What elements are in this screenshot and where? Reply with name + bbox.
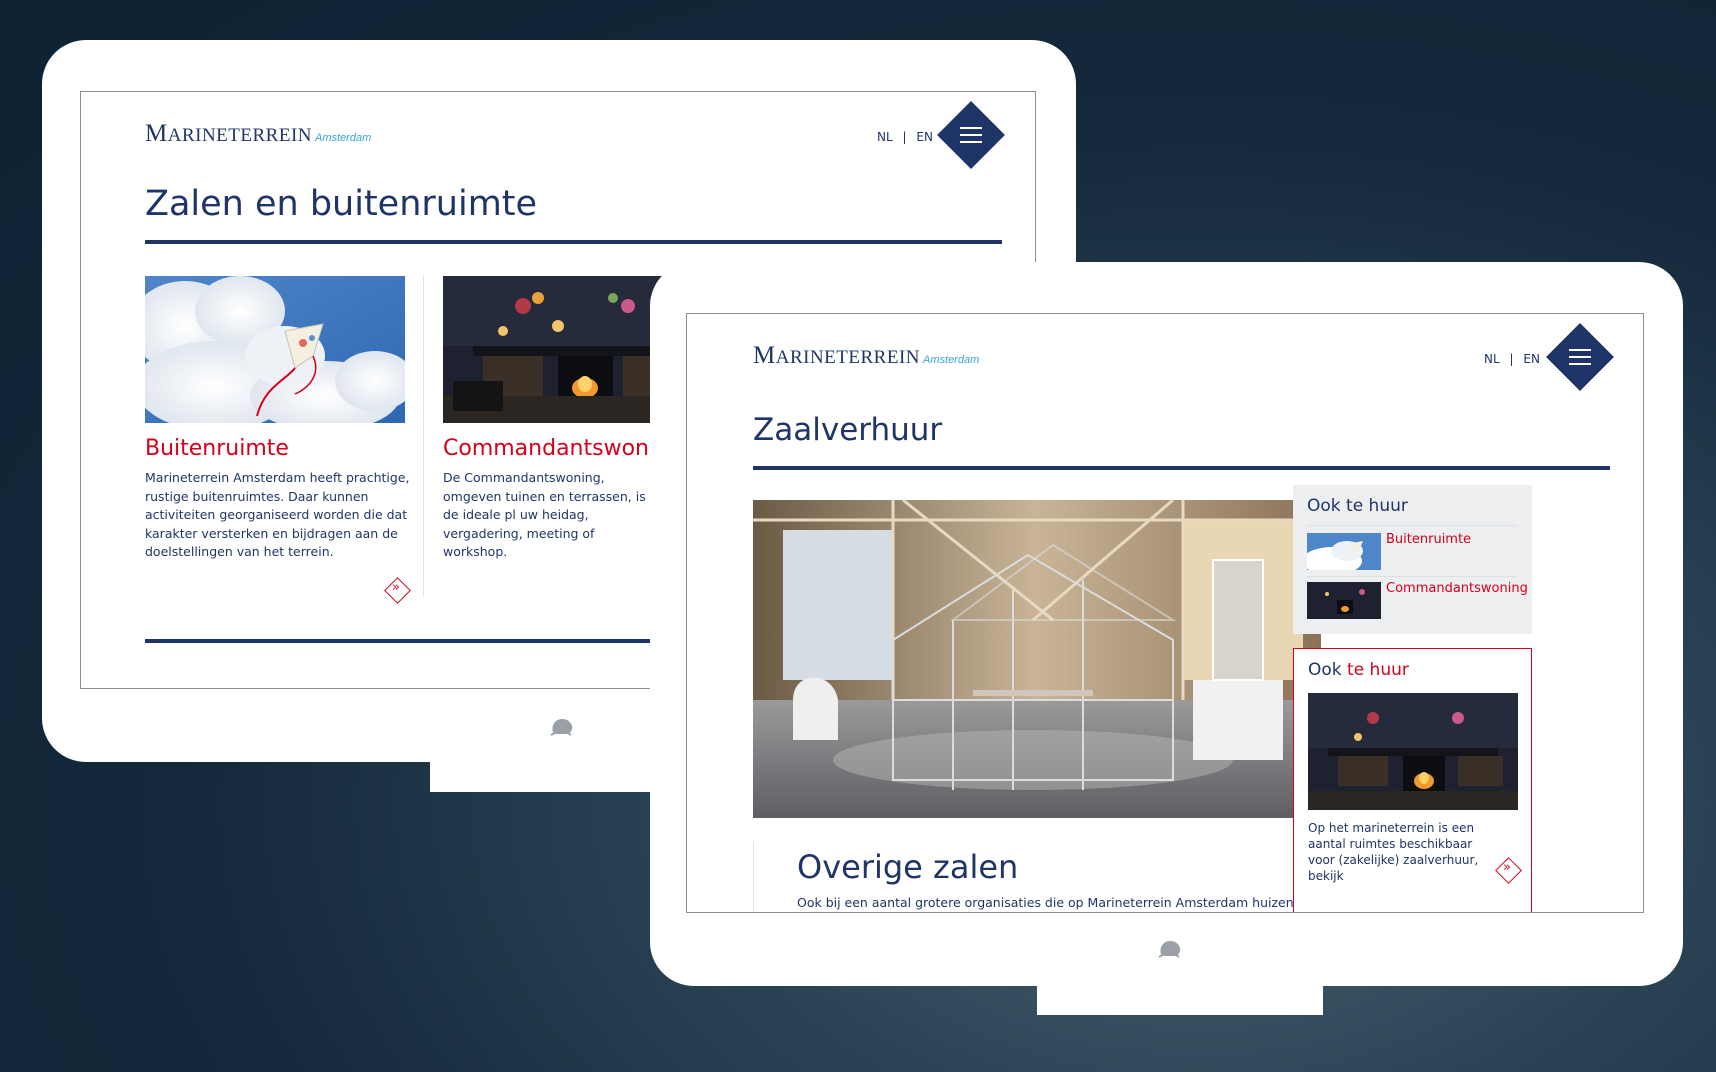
page-title: Zalen en buitenruimte [145, 184, 538, 224]
kite-thumb [1307, 533, 1381, 570]
ook-card-text: Op het marineterrein is een aantal ruimt… [1308, 821, 1479, 883]
logo-city: Amsterdam [923, 354, 980, 366]
title-rule [753, 466, 1610, 470]
front-monitor-stand [1037, 983, 1323, 1015]
lang-en-link[interactable]: EN [1523, 352, 1540, 366]
page-title: Zaalverhuur [753, 412, 943, 448]
logo-wordmark: ARINETERREIN [167, 125, 312, 146]
sidebar-item-buitenruimte[interactable]: Buitenruimte [1386, 532, 1471, 547]
language-switch: NL | EN [877, 130, 933, 144]
ook-te-huur-card[interactable]: Ook te huur Op het marineterrein is een … [1293, 648, 1532, 912]
ook-card-title: Ook te huur [1308, 660, 1409, 680]
card-title-commandantswoning[interactable]: Commandantswoni [443, 436, 655, 461]
double-chevron-right-icon[interactable]: » [1503, 860, 1511, 875]
ook-card-image[interactable] [1308, 693, 1518, 810]
lang-separator: | [902, 130, 907, 144]
logo-initial: M [145, 120, 168, 147]
logo-wordmark: ARINETERREIN [775, 347, 920, 368]
front-screen: MARINETERREIN Amsterdam NL | EN Zaalverhu… [686, 313, 1644, 913]
card-title-buitenruimte[interactable]: Buitenruimte [145, 436, 289, 461]
frog-logo-icon [550, 719, 573, 736]
hamburger-icon[interactable] [1569, 349, 1591, 365]
sidebar-title: Ook te huur [1307, 496, 1408, 516]
card-text-buitenruimte: Marineterrein Amsterdam heeft prachtige,… [145, 470, 410, 559]
sidebar-thumb-commandantswoning[interactable] [1307, 582, 1381, 619]
logo-city: Amsterdam [315, 132, 372, 144]
sidebar-divider [1307, 576, 1517, 577]
greenhouse-photo [753, 500, 1321, 818]
ook-title-part1: Ook [1308, 660, 1348, 680]
back-monitor-stand [430, 760, 650, 792]
lang-nl-link[interactable]: NL [877, 130, 893, 144]
title-rule [145, 240, 1002, 244]
fireplace-thumb [1307, 582, 1381, 619]
sidebar-item-commandantswoning[interactable]: Commandantswoning [1386, 581, 1528, 596]
logo-initial: M [753, 342, 776, 369]
sidebar-divider [1307, 525, 1517, 526]
ook-title-part2: te huur [1347, 660, 1409, 680]
card-separator [423, 276, 424, 596]
language-switch: NL | EN [1484, 352, 1540, 366]
frog-logo-icon [1158, 941, 1181, 958]
fireplace-photo [1308, 693, 1518, 810]
zaal-hero-image [753, 500, 1321, 818]
site-logo[interactable]: MARINETERREIN Amsterdam [145, 120, 371, 148]
site-logo[interactable]: MARINETERREIN Amsterdam [753, 342, 979, 370]
double-chevron-right-icon[interactable]: » [392, 580, 400, 595]
card-text-commandantswoning: De Commandantswoning, omgeven tuinen en … [443, 470, 646, 559]
lang-en-link[interactable]: EN [916, 130, 933, 144]
kite-photo [145, 276, 405, 423]
section-text: Ook bij een aantal grotere organisaties … [797, 895, 1294, 910]
hamburger-icon[interactable] [960, 127, 982, 143]
section-separator [753, 842, 754, 912]
buitenruimte-image[interactable] [145, 276, 405, 423]
lang-nl-link[interactable]: NL [1484, 352, 1500, 366]
section-heading: Overige zalen [797, 848, 1019, 886]
sidebar-thumb-buitenruimte[interactable] [1307, 533, 1381, 570]
lang-separator: | [1509, 352, 1514, 366]
